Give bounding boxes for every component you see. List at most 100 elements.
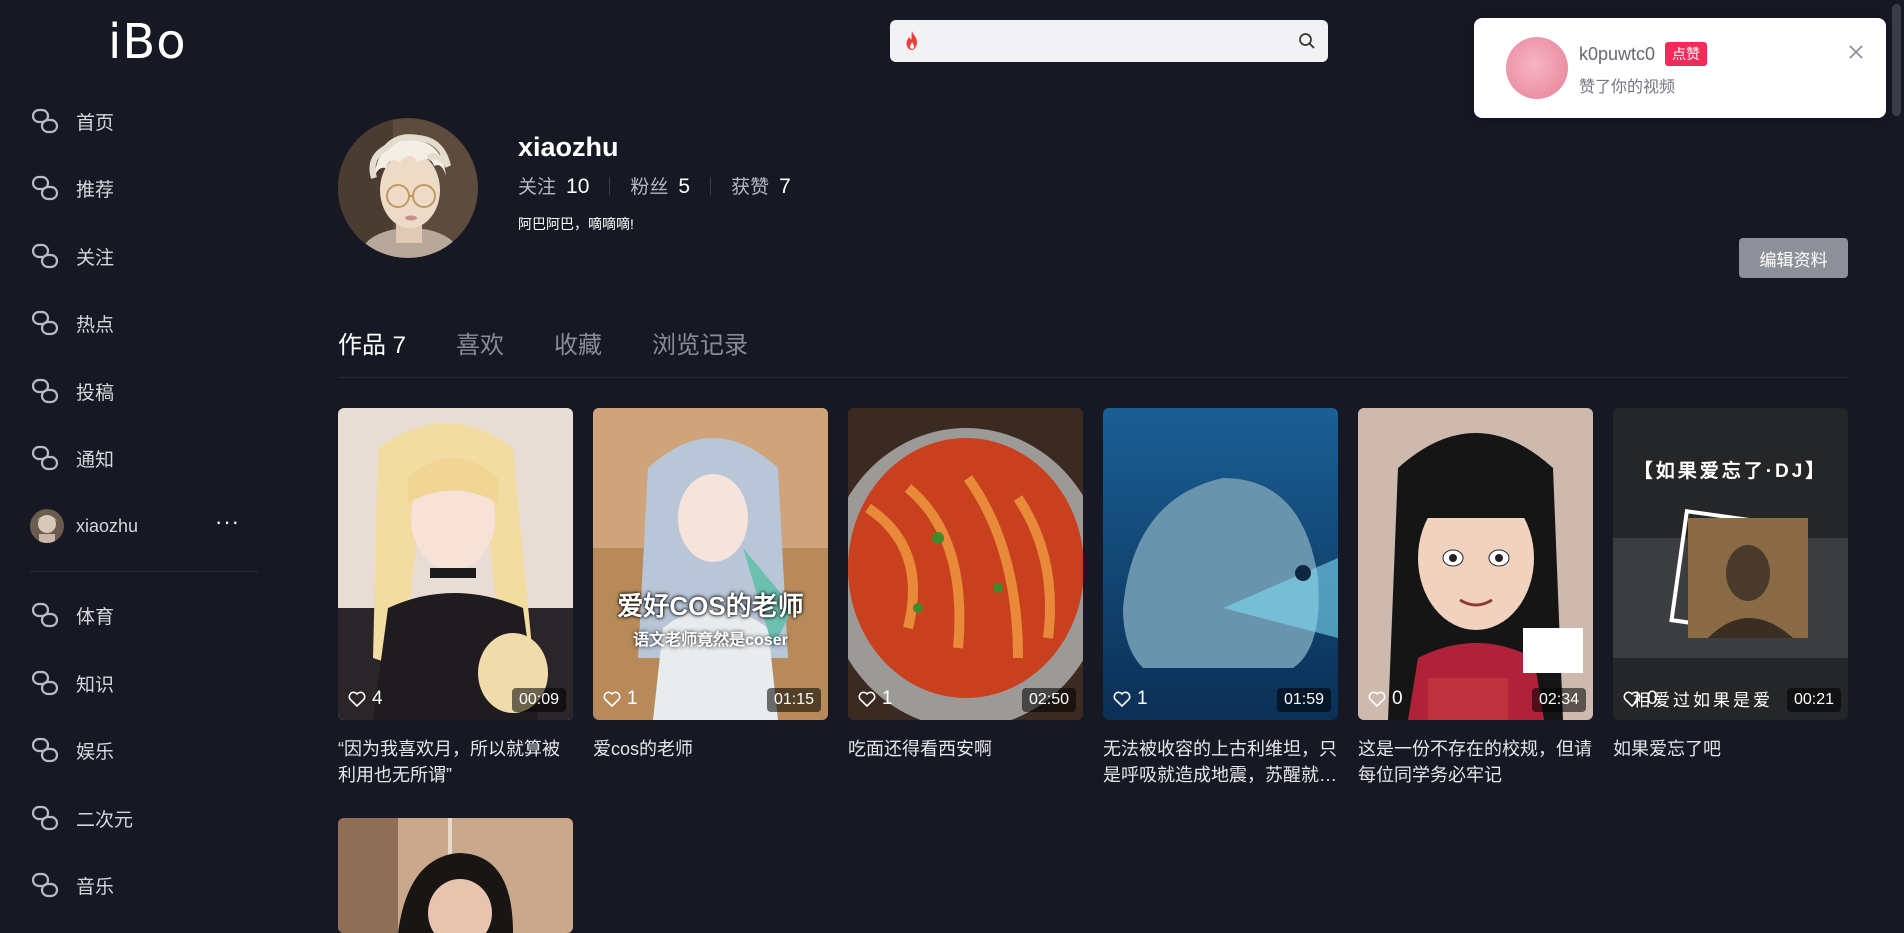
- tab-liked[interactable]: 喜欢: [456, 325, 504, 360]
- video-card[interactable]: 【如果爱忘了·DJ】 相爱过如果是爱 0 00:21 如果爱忘了吧: [1613, 408, 1848, 788]
- video-card[interactable]: 1 01:59 无法被收容的上古利维坦，只是呼吸就造成地震，苏醒就…: [1103, 408, 1338, 788]
- link-icon: [30, 106, 60, 136]
- video-duration: 02:50: [1021, 688, 1076, 712]
- sidebar-item-label: 体育: [76, 606, 115, 628]
- sidebar-item-notifications[interactable]: 通知: [30, 438, 260, 478]
- video-duration: 00:21: [1786, 688, 1841, 712]
- sidebar-item-knowledge[interactable]: 知识: [30, 663, 260, 703]
- tabs-divider: [338, 377, 1848, 378]
- sidebar-item-label: 通知: [76, 449, 115, 471]
- video-card[interactable]: 爱好COS的老师 语文老师竟然是coser 1 01:15 爱cos的老师: [593, 408, 828, 788]
- sidebar-user-name: xiaozhu: [76, 515, 139, 536]
- sidebar-item-hot[interactable]: 热点: [30, 303, 260, 343]
- scrollbar-thumb[interactable]: [1892, 4, 1901, 116]
- video-likes: 1: [1113, 688, 1148, 710]
- video-title[interactable]: 这是一份不存在的校规，但请每位同学务必牢记: [1358, 736, 1593, 788]
- link-icon: [30, 735, 60, 765]
- stat-likes: 获赞 7: [731, 172, 791, 199]
- divider: [609, 176, 611, 195]
- sidebar-item-home[interactable]: 首页: [30, 101, 260, 141]
- link-icon: [30, 870, 60, 900]
- notification-toast[interactable]: k0puwtc0 点赞 赞了你的视频: [1474, 18, 1886, 118]
- video-title[interactable]: 爱cos的老师: [593, 736, 828, 788]
- link-icon: [30, 241, 60, 271]
- video-duration: 02:34: [1531, 688, 1586, 712]
- more-icon[interactable]: ···: [215, 511, 240, 533]
- sidebar-item-sports[interactable]: 体育: [30, 595, 260, 635]
- likes-count: 1: [882, 688, 893, 709]
- video-card[interactable]: [338, 818, 573, 933]
- video-thumbnail[interactable]: 爱好COS的老师 语文老师竟然是coser 1 01:15: [593, 408, 828, 720]
- video-duration: 01:15: [766, 688, 821, 712]
- heart-icon: [858, 691, 876, 707]
- heart-icon: [348, 691, 366, 707]
- link-icon: [30, 600, 60, 630]
- sidebar-item-upload[interactable]: 投稿: [30, 371, 260, 411]
- likes-count: 1: [1137, 688, 1148, 709]
- video-thumbnail[interactable]: [338, 818, 573, 933]
- video-card[interactable]: 4 00:09 “因为我喜欢月，所以就算被利用也无所谓”: [338, 408, 573, 788]
- video-overlay-title: 爱好COS的老师: [617, 591, 804, 621]
- search-icon[interactable]: [1298, 32, 1316, 50]
- likes-count: 4: [372, 688, 383, 709]
- video-title[interactable]: “因为我喜欢月，所以就算被利用也无所谓”: [338, 736, 573, 788]
- video-thumbnail[interactable]: 【如果爱忘了·DJ】 相爱过如果是爱 0 00:21: [1613, 408, 1848, 720]
- sidebar-item-label: 二次元: [76, 809, 134, 831]
- tab-history[interactable]: 浏览记录: [652, 325, 748, 360]
- link-icon: [30, 443, 60, 473]
- heart-icon: [1368, 691, 1386, 707]
- video-likes: 1: [603, 688, 638, 710]
- video-thumbnail[interactable]: 4 00:09: [338, 408, 573, 720]
- sidebar-item-music[interactable]: 音乐: [30, 865, 260, 905]
- notification-header: k0puwtc0 点赞: [1579, 42, 1708, 66]
- link-icon: [30, 803, 60, 833]
- likes-count: 0: [1647, 688, 1658, 709]
- video-title[interactable]: 无法被收容的上古利维坦，只是呼吸就造成地震，苏醒就…: [1103, 736, 1338, 788]
- video-overlay-subtitle: 语文老师竟然是coser: [633, 632, 788, 649]
- sidebar-user[interactable]: xiaozhu ···: [30, 506, 258, 546]
- close-icon[interactable]: [1846, 42, 1866, 62]
- video-card[interactable]: 0 02:34 这是一份不存在的校规，但请每位同学务必牢记: [1358, 408, 1593, 788]
- avatar: [30, 509, 64, 543]
- link-icon: [30, 173, 60, 203]
- sidebar-item-recommend[interactable]: 推荐: [30, 168, 260, 208]
- fire-icon: [902, 30, 922, 52]
- video-overlay-title: 【如果爱忘了·DJ】: [1633, 461, 1828, 482]
- video-thumbnail[interactable]: 0 02:34: [1358, 408, 1593, 720]
- stat-label: 粉丝: [630, 177, 669, 198]
- sidebar-item-label: 知识: [76, 674, 115, 696]
- stat-value: 5: [678, 175, 691, 198]
- video-title[interactable]: 如果爱忘了吧: [1613, 736, 1848, 788]
- edit-profile-button[interactable]: 编辑资料: [1739, 238, 1848, 278]
- sidebar-item-label: 音乐: [76, 876, 115, 898]
- sidebar-item-anime[interactable]: 二次元: [30, 798, 260, 838]
- notification-message: 赞了你的视频: [1579, 79, 1676, 96]
- profile-avatar[interactable]: [338, 118, 478, 258]
- sidebar-item-label: 娱乐: [76, 741, 115, 763]
- video-thumbnail[interactable]: 1 01:59: [1103, 408, 1338, 720]
- tab-works[interactable]: 作品 7: [338, 325, 406, 360]
- sidebar-item-label: 首页: [76, 112, 115, 134]
- video-likes: 0: [1368, 688, 1403, 710]
- video-thumbnail[interactable]: 1 02:50: [848, 408, 1083, 720]
- video-likes: 4: [348, 688, 383, 710]
- video-title[interactable]: 吃面还得看西安啊: [848, 736, 1083, 788]
- sidebar-item-label: 关注: [76, 247, 115, 269]
- tab-favorites[interactable]: 收藏: [554, 325, 602, 360]
- stat-fans[interactable]: 粉丝 5: [630, 172, 690, 199]
- profile-tabs: 作品 7 喜欢 收藏 浏览记录: [338, 325, 798, 360]
- stat-value: 7: [779, 175, 791, 198]
- video-card[interactable]: 1 02:50 吃面还得看西安啊: [848, 408, 1083, 788]
- stat-following[interactable]: 关注 10: [518, 172, 589, 199]
- notification-badge: 点赞: [1665, 42, 1708, 66]
- app-logo[interactable]: iBo: [108, 14, 187, 70]
- sidebar-item-label: 推荐: [76, 179, 115, 201]
- sidebar-item-entertainment[interactable]: 娱乐: [30, 730, 260, 770]
- scrollbar-track[interactable]: [1890, 0, 1904, 933]
- profile-stats: 关注 10 粉丝 5 获赞 7: [518, 172, 791, 199]
- sidebar: iBo 首页 推荐 关注 热点 投稿 通知 xiaozhu ··· 体育 知识 …: [0, 0, 272, 933]
- sidebar-item-following[interactable]: 关注: [30, 236, 260, 276]
- search-input[interactable]: [932, 31, 1298, 51]
- likes-count: 0: [1392, 688, 1403, 709]
- notification-user[interactable]: k0puwtc0: [1579, 44, 1655, 65]
